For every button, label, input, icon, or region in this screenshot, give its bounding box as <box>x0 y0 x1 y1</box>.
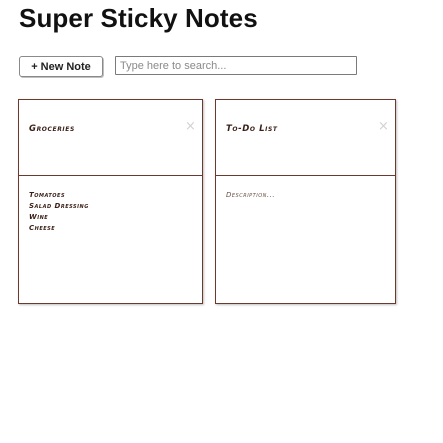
note-title-bar: To-Do List × <box>216 100 395 176</box>
note-todo-list: To-Do List × Description... <box>215 99 396 304</box>
close-icon[interactable]: × <box>184 120 197 133</box>
notes-board: Groceries × Tomatoes Salad Dressing Wine… <box>18 99 396 304</box>
note-title[interactable]: To-Do List <box>226 124 278 134</box>
page-title: Super Sticky Notes <box>19 3 258 33</box>
note-line: Description... <box>226 191 276 199</box>
note-title-bar: Groceries × <box>19 100 202 176</box>
note-line: Cheese <box>29 224 56 232</box>
note-line: Tomatoes <box>29 191 66 199</box>
note-body[interactable]: Tomatoes Salad Dressing Wine Cheese <box>29 190 196 234</box>
note-line: Wine <box>29 213 49 221</box>
note-groceries: Groceries × Tomatoes Salad Dressing Wine… <box>18 99 203 304</box>
search-input[interactable] <box>115 56 357 75</box>
new-note-button[interactable]: + New Note <box>19 56 103 77</box>
note-title[interactable]: Groceries <box>29 124 75 134</box>
note-body[interactable]: Description... <box>226 190 389 201</box>
note-line: Salad Dressing <box>29 202 89 210</box>
close-icon[interactable]: × <box>377 120 390 133</box>
